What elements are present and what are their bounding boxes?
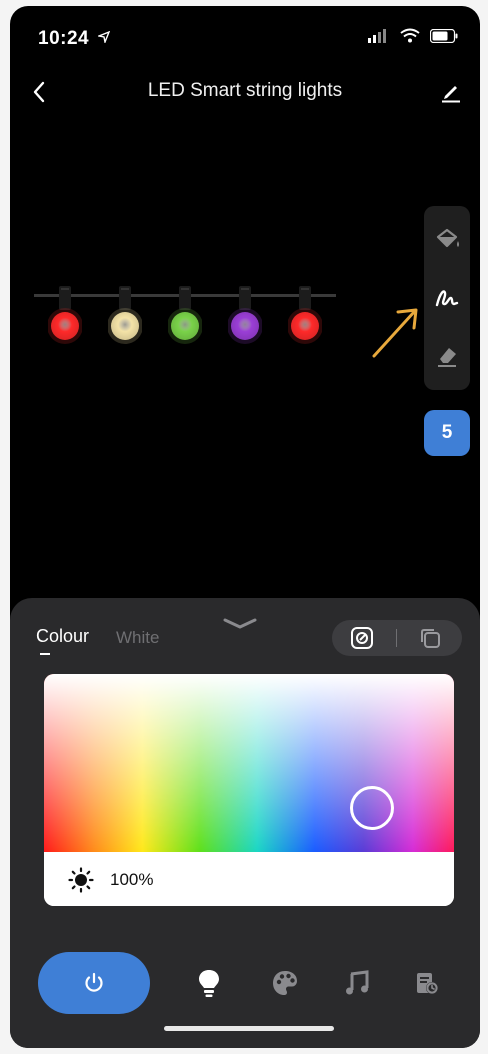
draw-tool[interactable] [427,278,467,318]
tab-colour[interactable]: Colour [36,626,89,647]
phone-screen: 10:24 LED Smart string lights 5 Colour W… [10,6,480,1048]
copy-icon [421,629,440,648]
preset-mode-button[interactable] [418,626,442,650]
colour-wheel-mode-button[interactable] [350,626,374,650]
brightness-slider[interactable]: 100% [44,852,454,906]
paint-bucket-icon [436,228,459,248]
bulb-2[interactable] [107,286,143,348]
schedule-icon [417,973,438,994]
draw-icon [435,290,459,307]
palette-icon [273,971,297,995]
bulb-1[interactable] [47,286,83,348]
location-icon [96,30,111,48]
bulb-icon [199,970,219,997]
pencil-icon [442,86,460,103]
battery-icon [429,28,458,48]
signal-icon [368,28,390,48]
mode-toggle [332,620,462,656]
light-mode-button[interactable] [192,966,226,1000]
music-icon [346,970,369,995]
navigation-bar: LED Smart string lights [10,74,480,114]
annotation-arrow-icon [368,302,428,367]
eraser-tool[interactable] [427,336,467,376]
bulb-5[interactable] [287,286,323,348]
wifi-icon [400,28,420,48]
sun-icon [68,867,94,898]
colour-picker: 100% [44,674,454,906]
eraser-icon [438,348,456,367]
home-indicator [164,1026,334,1031]
scene-button[interactable] [268,966,302,1000]
colour-spectrum[interactable] [44,674,454,852]
page-title: LED Smart string lights [147,80,343,101]
schedule-button[interactable] [410,966,444,1000]
colour-picker-cursor[interactable] [350,785,394,830]
status-icons [368,28,458,48]
power-icon [85,972,103,992]
power-button[interactable] [38,952,150,1014]
bulb-3[interactable] [167,286,203,348]
active-tab-indicator [40,653,50,655]
music-button[interactable] [340,966,374,1000]
control-sheet: Colour White 100% [10,598,480,1048]
bulb-4[interactable] [227,286,263,348]
status-bar: 10:24 [10,6,480,56]
brightness-value: 100% [110,870,154,889]
status-time: 10:24 [38,28,90,49]
bottom-toolbar [10,950,480,1020]
led-count-badge[interactable]: 5 [424,410,470,456]
edit-button[interactable] [436,74,466,110]
fill-tool[interactable] [427,220,467,260]
chevron-down-icon[interactable] [222,616,258,637]
tool-panel [424,206,470,390]
palette-square-icon [351,627,373,649]
tab-white[interactable]: White [116,628,159,648]
mode-separator [396,629,397,647]
light-string-preview [10,276,350,356]
